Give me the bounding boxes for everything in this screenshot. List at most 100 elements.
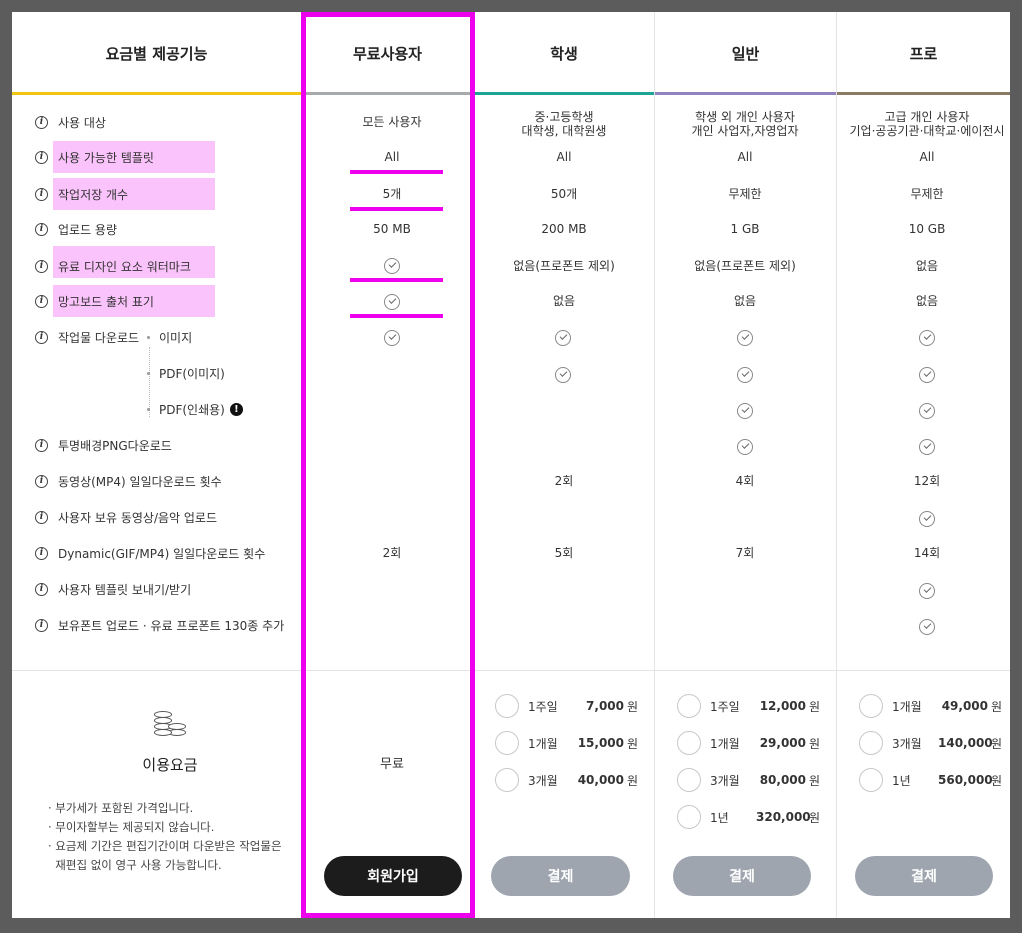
feature-row-upload: i 업로드 용량 [35,219,117,239]
student-upload: 200 MB [541,222,587,236]
annotation-highlight-box [301,12,475,918]
info-icon[interactable]: i [35,222,48,236]
option-currency: 원 [627,736,639,751]
general-option-2[interactable]: 1개월 29,000 원 [677,731,820,755]
option-currency: 원 [991,699,1003,714]
feature-row-target: i 사용 대상 [35,112,106,132]
info-icon[interactable]: i [35,330,48,344]
info-icon[interactable]: i [35,259,48,273]
radio-button[interactable] [495,694,519,718]
option-currency: 원 [809,810,821,825]
general-option-1[interactable]: 1주일 12,000 원 [677,694,820,718]
radio-button[interactable] [859,731,883,755]
option-period: 3개월 [892,736,922,751]
student-watermark: 없음(프로폰트 제외) [513,259,615,273]
pricing-table: 요금별 제공기능 무료사용자 학생 일반 프로 i 사용 대상 i 사용 가능한… [12,12,1010,918]
bullet-icon [147,407,150,411]
feature-label: 동영상(MP4) 일일다운로드 횟수 [58,474,222,489]
student-option-2[interactable]: 1개월 15,000 원 [495,731,638,755]
feature-label: 사용 가능한 템플릿 [58,150,154,165]
bullet-icon [147,371,150,375]
pro-option-1[interactable]: 1개월 49,000 원 [859,694,1002,718]
column-separator [654,12,655,918]
pro-option-3[interactable]: 1년 560,000 원 [859,768,1002,792]
general-pay-button[interactable]: 결제 [673,856,811,896]
student-mp4: 2회 [554,474,574,488]
sub-label: PDF(이미지) [159,366,225,381]
info-icon[interactable]: i [35,294,48,308]
option-price: 7,000 [586,699,624,713]
coins-icon [152,709,188,739]
pro-option-2[interactable]: 3개월 140,000 원 [859,731,1002,755]
pricing-note: · 부가세가 포함된 가격입니다. [48,801,194,815]
feature-row-templates: i 사용 가능한 템플릿 [35,147,154,167]
sub-label: 이미지 [159,330,193,345]
feature-label: 보유폰트 업로드 · 유료 프로폰트 130종 추가 [58,618,285,633]
pro-pay-button[interactable]: 결제 [855,856,993,896]
pro-mangoboard-mark: 없음 [915,294,939,308]
option-currency: 원 [991,773,1003,788]
header-bar-pro [837,92,1010,95]
feature-row-send-template: i 사용자 템플릿 보내기/받기 [35,579,191,599]
info-icon[interactable]: i [35,582,48,596]
info-icon[interactable]: i [35,546,48,560]
student-templates: All [556,150,572,164]
student-option-3[interactable]: 3개월 40,000 원 [495,768,638,792]
pricing-note: 재편집 없이 영구 사용 가능합니다. [48,858,222,872]
student-target-line2: 대학생, 대학원생 [521,124,607,138]
radio-button[interactable] [677,805,701,829]
option-price: 40,000 [577,773,624,787]
check-circle-icon [919,330,935,346]
general-option-4[interactable]: 1년 320,000 원 [677,805,820,829]
check-circle-icon [919,511,935,527]
check-circle-icon [737,367,753,383]
radio-button[interactable] [677,694,701,718]
info-icon[interactable]: i [35,150,48,164]
check-circle-icon [919,583,935,599]
feature-row-fonts: i 보유폰트 업로드 · 유료 프로폰트 130종 추가 [35,615,284,635]
feature-row-mangoboard-mark: i 망고보드 출처 표기 [35,291,154,311]
feature-label: 망고보드 출처 표기 [58,294,154,309]
general-option-3[interactable]: 3개월 80,000 원 [677,768,820,792]
student-saves: 50개 [550,187,578,201]
radio-button[interactable] [495,768,519,792]
header-student: 학생 [550,45,578,63]
info-icon[interactable]: i [35,115,48,129]
radio-button[interactable] [677,768,701,792]
option-period: 3개월 [710,773,740,788]
info-icon[interactable]: i [35,618,48,632]
feature-label: 사용자 보유 동영상/음악 업로드 [58,510,218,525]
info-icon[interactable]: i [35,510,48,524]
pro-templates: All [919,150,935,164]
pro-target-line2: 기업·공공기관·대학교·에이전시 [849,124,1005,138]
option-period: 1주일 [710,699,740,714]
radio-button[interactable] [859,694,883,718]
feature-row-saves: i 작업저장 개수 [35,184,128,204]
option-currency: 원 [627,773,639,788]
option-period: 3개월 [528,773,558,788]
radio-button[interactable] [495,731,519,755]
student-pay-button[interactable]: 결제 [491,856,630,896]
option-currency: 원 [809,773,821,788]
exclamation-icon[interactable]: ! [229,402,243,416]
check-circle-icon [737,403,753,419]
option-price: 560,000 [938,773,993,787]
radio-button[interactable] [859,768,883,792]
info-icon[interactable]: i [35,474,48,488]
feature-row-own-media: i 사용자 보유 동영상/음악 업로드 [35,507,217,527]
option-price: 80,000 [759,773,806,787]
option-price: 49,000 [941,699,988,713]
header-bar-student [474,92,654,95]
pro-mp4: 12회 [913,474,941,488]
pricing-note: · 요금제 기간은 편집기간이며 다운받은 작업물은 [48,839,282,853]
radio-button[interactable] [677,731,701,755]
general-mangoboard-mark: 없음 [733,294,757,308]
student-option-1[interactable]: 1주일 7,000 원 [495,694,638,718]
info-icon[interactable]: i [35,187,48,201]
bullet-icon [147,335,150,339]
feature-label: 작업물 다운로드 [58,330,140,345]
student-mangoboard-mark: 없음 [552,294,576,308]
info-icon[interactable]: i [35,438,48,452]
general-upload: 1 GB [730,222,760,236]
student-dynamic: 5회 [554,546,574,560]
